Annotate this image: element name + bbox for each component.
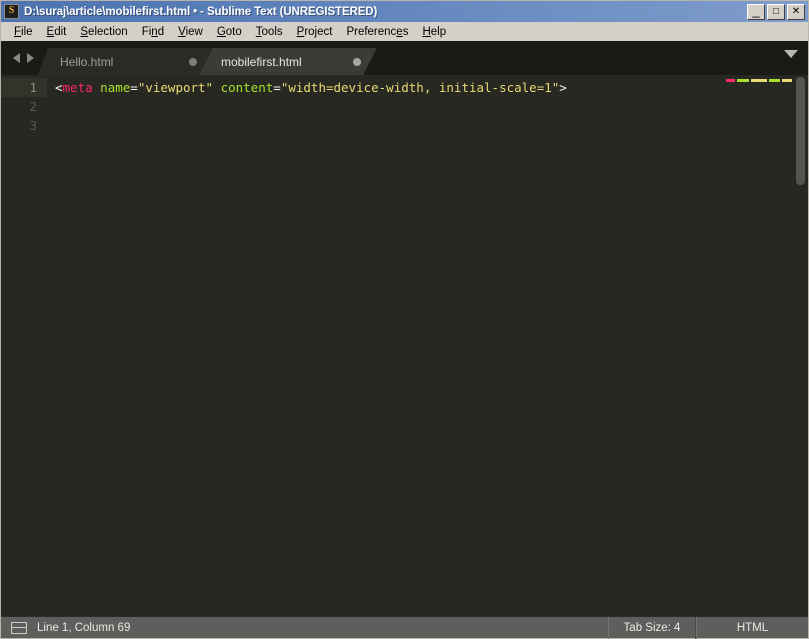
tab-navigation	[1, 41, 46, 75]
tab-size-field[interactable]: Tab Size: 4	[608, 616, 696, 639]
token-punct	[213, 80, 221, 95]
token-tag: meta	[62, 80, 93, 95]
arrow-left-icon[interactable]	[13, 53, 20, 63]
tab-dirty-indicator[interactable]	[353, 58, 361, 66]
minimap-row	[726, 79, 794, 82]
line-number: 2	[29, 99, 37, 114]
minimize-button[interactable]: _	[747, 2, 765, 20]
minimap[interactable]	[722, 75, 794, 616]
close-button[interactable]: ✕	[787, 3, 805, 20]
menu-item-project[interactable]: Project	[290, 24, 340, 40]
menu-item-view[interactable]: View	[171, 24, 210, 40]
tab-mobilefirst-html[interactable]: mobilefirst.html	[199, 48, 377, 75]
minimap-segment	[751, 79, 767, 82]
menu-item-selection[interactable]: Selection	[73, 24, 134, 40]
sublime-text-icon	[4, 4, 19, 19]
tab-hello-html[interactable]: Hello.html	[38, 48, 213, 75]
window-controls: _ □ ✕	[747, 2, 806, 20]
vertical-scrollbar[interactable]	[794, 75, 808, 616]
tab-label: Hello.html	[60, 54, 114, 69]
minimap-segment	[737, 79, 749, 82]
arrow-right-icon[interactable]	[27, 53, 34, 63]
tab-dirty-indicator[interactable]	[189, 58, 197, 66]
token-punct: >	[559, 80, 567, 95]
window-title: D:\suraj\article\mobilefirst.html • - Su…	[24, 5, 378, 18]
token-str: "viewport"	[137, 80, 214, 95]
code-line[interactable]	[47, 97, 722, 116]
line-number: 3	[29, 118, 37, 133]
line-number-gutter: 1 2 3	[1, 75, 47, 616]
title-bar: D:\suraj\article\mobilefirst.html • - Su…	[1, 1, 808, 22]
token-punct: =	[273, 80, 281, 95]
chevron-down-icon[interactable]	[784, 50, 798, 58]
sublime-text-window: D:\suraj\article\mobilefirst.html • - Su…	[0, 0, 809, 639]
line-number: 1	[1, 78, 47, 97]
tab-label: mobilefirst.html	[221, 54, 302, 69]
code-content[interactable]: <meta name="viewport" content="width=dev…	[47, 75, 722, 616]
close-icon: ✕	[791, 5, 801, 17]
menu-item-file[interactable]: File	[7, 24, 40, 40]
tabs-container: Hello.html mobilefirst.html	[46, 48, 377, 75]
menu-item-tools[interactable]: Tools	[249, 24, 290, 40]
menu-item-edit[interactable]: Edit	[40, 24, 74, 40]
minimize-icon: _	[752, 2, 760, 18]
token-punct: =	[130, 80, 138, 95]
syntax-field[interactable]: HTML	[696, 616, 808, 639]
status-bar: Line 1, Column 69 Tab Size: 4 HTML	[1, 616, 808, 639]
code-line[interactable]	[47, 116, 722, 135]
minimap-segment	[782, 79, 792, 82]
token-punct: <	[55, 80, 63, 95]
menu-item-preferences[interactable]: Preferences	[339, 24, 415, 40]
cursor-position: Line 1, Column 69	[37, 621, 131, 634]
minimap-segment	[726, 79, 735, 82]
split-pane-icon[interactable]	[11, 621, 27, 634]
code-line[interactable]: <meta name="viewport" content="width=dev…	[47, 78, 722, 97]
maximize-button[interactable]: □	[767, 3, 785, 20]
tab-bar: Hello.html mobilefirst.html	[1, 41, 808, 75]
menu-item-help[interactable]: Help	[415, 24, 453, 40]
token-str: "width=device-width, initial-scale=1"	[280, 80, 560, 95]
scrollbar-thumb[interactable]	[796, 77, 805, 185]
token-attr: name	[100, 80, 131, 95]
menu-item-find[interactable]: Find	[135, 24, 171, 40]
maximize-icon: □	[772, 5, 780, 17]
menu-item-goto[interactable]: Goto	[210, 24, 249, 40]
editor-area: 123 <meta name="viewport" content="width…	[1, 75, 808, 616]
menu-bar: File Edit Selection Find View Goto Tools Projec…	[1, 22, 808, 41]
minimap-segment	[769, 79, 780, 82]
token-attr: content	[220, 80, 274, 95]
